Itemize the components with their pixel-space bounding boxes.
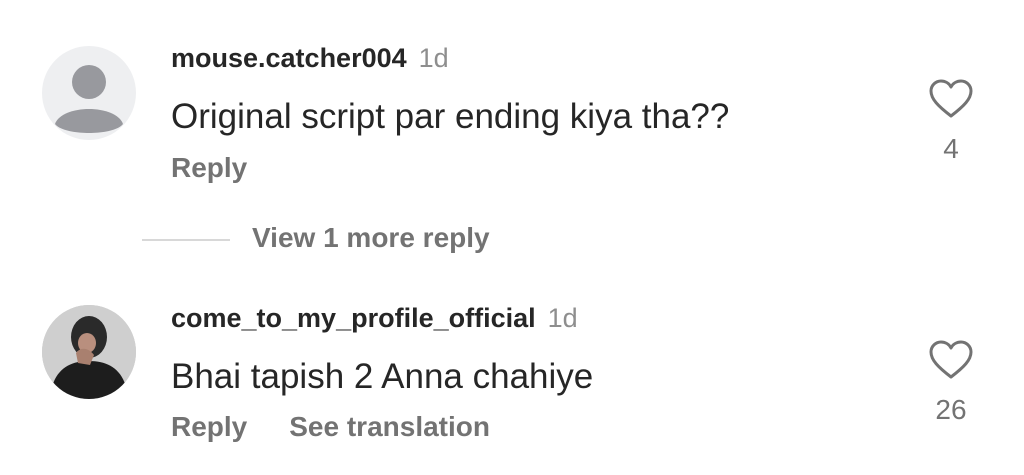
comment-1: mouse.catcher004 1d Original script par e… [0,0,1024,200]
default-avatar-icon [55,65,123,133]
comment-actions: Reply [171,152,247,184]
heart-icon[interactable] [928,79,974,119]
comment-text: Original script par ending kiya tha?? [171,97,730,136]
comment-actions: Reply See translation [171,411,490,443]
username-text[interactable]: come_to_my_profile_official [171,303,536,333]
avatar[interactable] [42,305,136,399]
comment-timestamp: 1d [418,43,449,73]
comment-text: Bhai tapish 2 Anna chahiye [171,357,594,396]
comment-timestamp: 1d [547,303,578,333]
heart-icon[interactable] [928,340,974,380]
comment-username[interactable]: mouse.catcher004 1d [171,43,449,74]
profile-photo-icon [42,305,136,399]
comment-2: come_to_my_profile_official 1d Bhai tapis… [0,290,1024,475]
like-count: 4 [943,133,959,164]
reply-button[interactable]: Reply [171,152,247,183]
replies-divider [142,239,230,241]
username-text[interactable]: mouse.catcher004 [171,43,407,73]
view-more-replies-button[interactable]: View 1 more reply [252,222,490,254]
avatar[interactable] [42,46,136,140]
comment-username[interactable]: come_to_my_profile_official 1d [171,303,578,334]
see-translation-button[interactable]: See translation [289,411,490,442]
like-count: 26 [935,394,967,425]
reply-button[interactable]: Reply [171,411,247,442]
